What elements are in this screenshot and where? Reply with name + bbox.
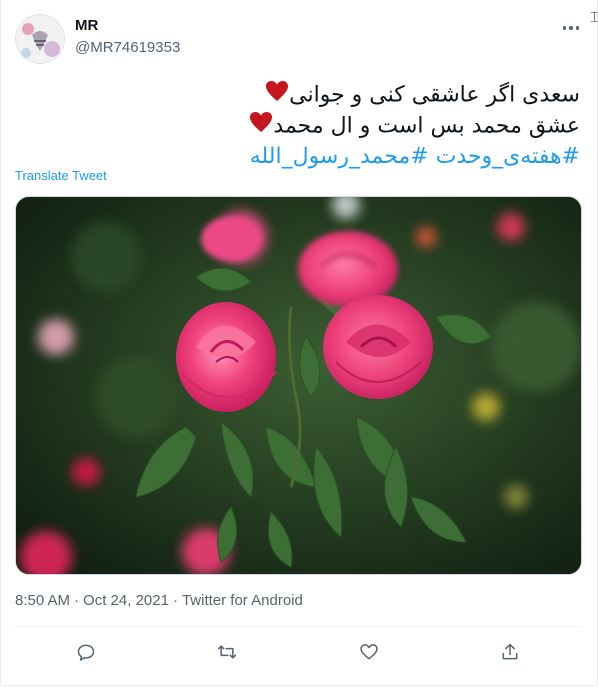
tweet-meta: 8:50 AM · Oct 24, 2021 · Twitter for Android <box>15 592 303 609</box>
retweet-icon[interactable] <box>207 632 247 672</box>
share-icon[interactable] <box>490 632 530 672</box>
author-name[interactable]: MR <box>75 17 98 34</box>
tweet-text: سعدی اگر عاشقی کنی و جوانی عشق محمد بس ا… <box>20 80 580 172</box>
action-bar <box>15 628 581 676</box>
tweet-line-2: عشق محمد بس است و ال محمد <box>20 111 580 142</box>
more-dots-icon[interactable] <box>558 17 584 39</box>
hashtag-link[interactable]: #محمد_رسول_الله <box>250 144 429 169</box>
tweet-time[interactable]: 8:50 AM <box>15 592 70 609</box>
tweet-source[interactable]: Twitter for Android <box>182 592 303 609</box>
tweet-photo[interactable] <box>15 196 582 575</box>
translate-tweet-link[interactable]: Translate Tweet <box>15 168 107 183</box>
heart-icon <box>265 80 289 111</box>
hashtag-link[interactable]: #هفته‌ی_وحدت <box>436 144 580 169</box>
mouse-cursor-icon: ⌶ <box>590 9 598 26</box>
author-handle[interactable]: @MR74619353 <box>75 39 180 56</box>
divider <box>15 626 581 627</box>
tweet-date[interactable]: Oct 24, 2021 <box>83 592 169 609</box>
heart-icon <box>249 111 273 142</box>
tweet-line-1: سعدی اگر عاشقی کنی و جوانی <box>20 80 580 111</box>
like-icon[interactable] <box>349 632 389 672</box>
avatar[interactable] <box>15 14 65 64</box>
reply-icon[interactable] <box>66 632 106 672</box>
